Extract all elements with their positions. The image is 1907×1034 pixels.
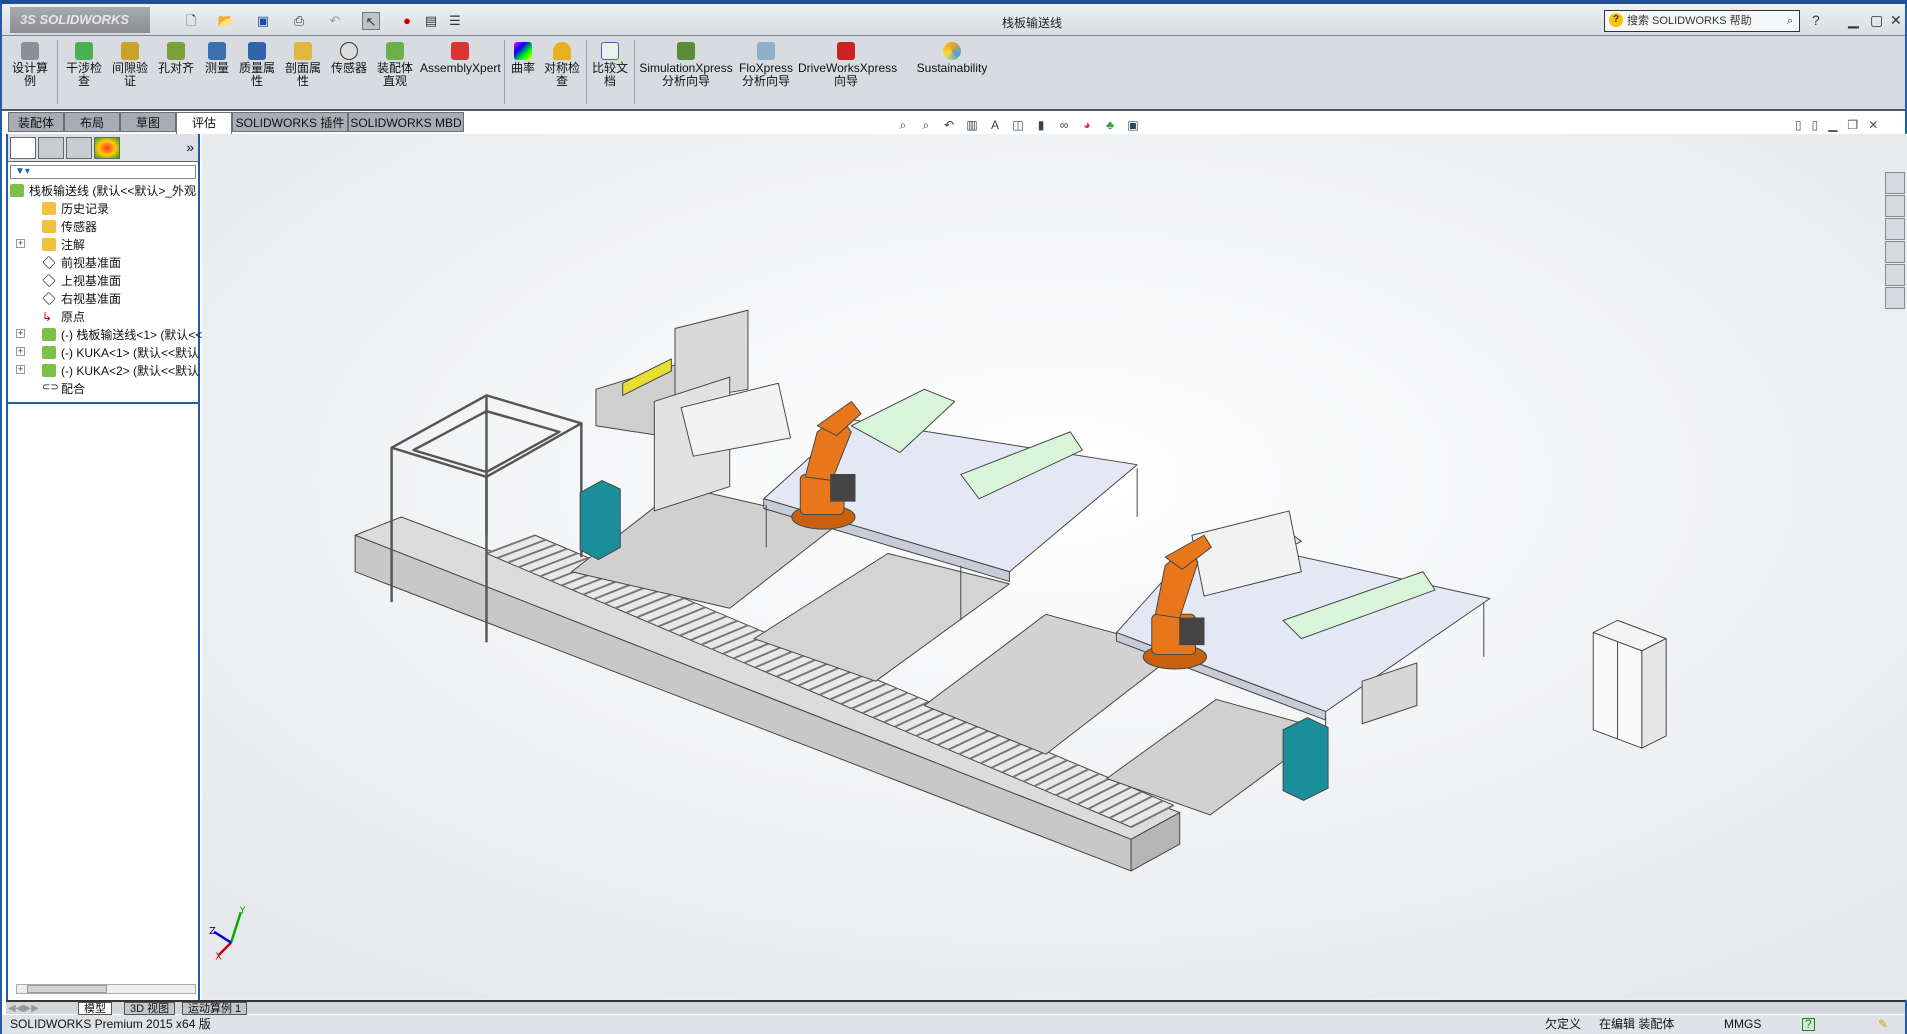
file-explorer-tab[interactable]: [1885, 218, 1905, 240]
appearances-tab[interactable]: [1885, 264, 1905, 286]
label: (-) KUKA<2> (默认<<默认: [61, 364, 200, 378]
expand-toggle[interactable]: +: [16, 347, 25, 356]
featuremanager-tab[interactable]: [10, 137, 36, 159]
origin-icon: ↳: [42, 310, 53, 324]
status-bar: SOLIDWORKS Premium 2015 x64 版 欠定义 在编辑 装配…: [2, 1015, 1905, 1034]
label: 历史记录: [61, 202, 110, 216]
task-pane-tabs: [1885, 172, 1907, 310]
horizontal-scrollbar[interactable]: [16, 984, 196, 994]
hide-show-icon[interactable]: ∞: [1056, 117, 1072, 133]
resources-tab[interactable]: [1885, 172, 1905, 194]
design-library-tab[interactable]: [1885, 195, 1905, 217]
tree-item[interactable]: ↳ 原点: [42, 308, 85, 325]
label: (-) 栈板输送线<1> (默认<<: [61, 328, 203, 342]
view-palette-tab[interactable]: [1885, 241, 1905, 263]
displaymanager-tab[interactable]: [94, 137, 120, 159]
tree-item[interactable]: 传感器: [42, 218, 97, 235]
section-view-icon[interactable]: ▥: [964, 117, 980, 133]
assembly-icon: [42, 364, 56, 377]
tree-item[interactable]: 上视基准面: [42, 272, 121, 289]
plane-icon: [42, 291, 56, 306]
tab-model[interactable]: 模型: [78, 1002, 112, 1015]
history-icon: [42, 202, 56, 215]
custom-properties-tab[interactable]: [1885, 287, 1905, 309]
edit-appearance-icon[interactable]: ◕: [1079, 117, 1095, 133]
label: 栈板输送线 (默认<<默认>_外观: [29, 184, 197, 198]
mates-icon: ⊂⊃: [42, 382, 59, 393]
display-style-icon[interactable]: ▮: [1033, 117, 1049, 133]
tree-root[interactable]: 栈板输送线 (默认<<默认>_外观: [10, 182, 196, 199]
help-icon[interactable]: ?: [1802, 1018, 1815, 1031]
expand-chevron-icon[interactable]: »: [186, 139, 194, 155]
tab-scroll-arrows[interactable]: ◀◀▶▶: [8, 1003, 39, 1014]
product-version: SOLIDWORKS Premium 2015 x64 版: [10, 1017, 211, 1031]
definition-status: 欠定义: [1545, 1017, 1582, 1031]
previous-view-icon[interactable]: ↶: [941, 117, 957, 133]
expand-toggle[interactable]: +: [16, 239, 25, 248]
label: 右视基准面: [61, 292, 122, 306]
tree-item[interactable]: 前视基准面: [42, 254, 121, 271]
graphics-viewport[interactable]: Y X Z: [0, 0, 1907, 1034]
viewport-window-controls[interactable]: ▯▯▁❐✕: [1795, 118, 1888, 132]
teal-control-box-2: [1282, 717, 1329, 801]
label: (-) KUKA<1> (默认<<默认: [61, 346, 200, 360]
heads-up-view-toolbar: ⌕ ⌕ ↶ ▥ A ◫ ▮ ∞ ◕ ♣ ▣: [895, 117, 1141, 135]
dynamic-annotation-icon[interactable]: A: [987, 117, 1003, 133]
triad-y-label: Y: [239, 905, 246, 916]
editing-mode: 在编辑 装配体: [1599, 1017, 1675, 1031]
feature-manager-panel: » ▼▾ 栈板输送线 (默认<<默认>_外观 历史记录传感器注解 + 前视基准面上视…: [6, 134, 202, 1000]
label: 传感器: [61, 220, 98, 234]
tab-3d-views[interactable]: 3D 视图: [124, 1002, 176, 1015]
propertymanager-tab[interactable]: [38, 137, 64, 159]
apply-scene-icon[interactable]: ♣: [1102, 117, 1118, 133]
sensor-icon: [42, 220, 56, 233]
scrollbar-thumb[interactable]: [27, 985, 107, 993]
zoom-to-fit-icon[interactable]: ⌕: [895, 117, 911, 133]
tab-motion-study-1[interactable]: 运动算例 1: [182, 1002, 248, 1015]
rebuild-status-icon[interactable]: ✎: [1878, 1015, 1888, 1034]
teal-control-box-1: [579, 480, 621, 561]
tree-divider: [8, 402, 198, 404]
tree-item[interactable]: 历史记录: [42, 200, 109, 217]
view-orientation-icon[interactable]: ◫: [1010, 117, 1026, 133]
unit-system[interactable]: MMGS: [1724, 1015, 1761, 1034]
expand-toggle[interactable]: +: [16, 365, 25, 374]
label: 注解: [61, 238, 86, 252]
tree-item[interactable]: (-) KUKA<1> (默认<<默认: [42, 344, 199, 361]
tree-filter[interactable]: ▼▾: [10, 165, 196, 179]
label: 原点: [61, 310, 86, 324]
label: 前视基准面: [61, 256, 122, 270]
triad-z-label: Z: [209, 926, 216, 937]
assembly-icon: [42, 346, 56, 359]
label: 上视基准面: [61, 274, 122, 288]
tree-item[interactable]: ⊂⊃ 配合: [42, 380, 85, 397]
tree-item[interactable]: (-) KUKA<2> (默认<<默认: [42, 362, 199, 379]
label: 配合: [61, 382, 86, 396]
plane-icon: [42, 273, 56, 288]
tree-item[interactable]: (-) 栈板输送线<1> (默认<<: [42, 326, 202, 343]
assembly-icon: [10, 184, 24, 197]
tree-item[interactable]: 右视基准面: [42, 290, 121, 307]
zoom-area-icon[interactable]: ⌕: [918, 117, 934, 133]
view-settings-icon[interactable]: ▣: [1125, 117, 1141, 133]
tree-item[interactable]: 注解: [42, 236, 85, 253]
plane-icon: [42, 255, 56, 270]
model-tabs-bar: ◀◀▶▶ 模型 3D 视图 运动算例 1: [6, 1000, 1905, 1015]
assembly-icon: [42, 328, 56, 341]
triad-x-label: X: [215, 952, 222, 963]
expand-toggle[interactable]: +: [16, 329, 25, 338]
configurationmanager-tab[interactable]: [66, 137, 92, 159]
panel-tabs: »: [8, 134, 198, 162]
annotation-icon: [42, 238, 56, 251]
